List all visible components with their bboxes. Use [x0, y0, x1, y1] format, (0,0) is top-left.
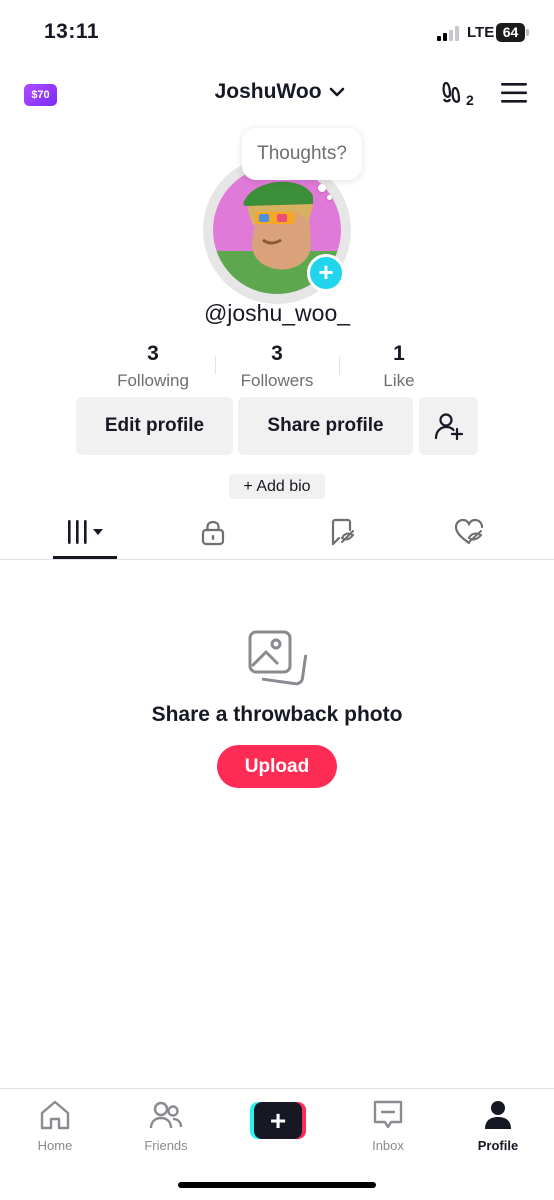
battery-icon: 64 [496, 23, 529, 42]
thought-dot-icon [327, 195, 332, 200]
tabs-divider [0, 559, 554, 560]
tab-liked[interactable] [409, 506, 529, 559]
upload-button[interactable]: Upload [217, 745, 337, 788]
chevron-down-icon [330, 88, 345, 97]
coins-badge[interactable]: $70 [24, 84, 57, 106]
footprints-count: 2 [466, 92, 474, 108]
hamburger-menu-icon [501, 83, 527, 103]
stat-label: Like [383, 371, 415, 390]
profile-handle: @joshu_woo_ [203, 300, 351, 326]
stat-following[interactable]: 3 Following [93, 342, 213, 391]
nav-inbox[interactable]: Inbox [338, 1099, 438, 1153]
stat-divider [215, 356, 216, 374]
photos-icon [244, 626, 308, 695]
home-icon [40, 1100, 70, 1130]
stat-value: 3 [147, 342, 159, 365]
edit-profile-button[interactable]: Edit profile [76, 397, 233, 455]
network-label: LTE [467, 24, 495, 41]
stat-value: 3 [271, 342, 283, 365]
videos-grid-icon [68, 520, 103, 544]
empty-state-title: Share a throwback photo [151, 703, 403, 726]
plus-icon: + [254, 1102, 302, 1139]
home-indicator [178, 1182, 376, 1188]
status-time: 13:11 [44, 20, 100, 43]
stat-value: 1 [393, 342, 405, 365]
add-user-icon [434, 413, 463, 441]
reposts-icon [331, 518, 355, 546]
stat-likes[interactable]: 1 Like [339, 342, 459, 391]
thought-dot-icon [318, 184, 326, 192]
add-bio-button[interactable]: + Add bio [229, 474, 325, 499]
nav-label: Friends [144, 1138, 188, 1153]
footprints-button[interactable]: 2 [440, 78, 476, 113]
tab-private[interactable] [153, 506, 273, 559]
signal-icon [437, 25, 463, 41]
tab-reposts[interactable] [282, 506, 402, 559]
nav-label: Profile [477, 1138, 519, 1153]
battery-level: 64 [496, 23, 525, 42]
thoughts-bubble[interactable]: Thoughts? [242, 128, 362, 180]
username-label: JoshuWoo [214, 80, 322, 103]
liked-hidden-icon [454, 518, 484, 545]
nav-label: Home [37, 1138, 73, 1153]
username-switcher[interactable]: JoshuWoo [200, 80, 360, 104]
nav-friends[interactable]: Friends [116, 1099, 216, 1153]
add-story-plus-icon[interactable]: + [307, 254, 345, 292]
create-button[interactable]: + [250, 1102, 306, 1139]
profile-icon [485, 1101, 511, 1129]
status-bar: 13:11 LTE 64 [0, 0, 554, 66]
stat-followers[interactable]: 3 Followers [217, 342, 337, 391]
stat-label: Followers [240, 371, 314, 390]
friends-icon [149, 1101, 183, 1129]
add-friend-button[interactable] [419, 397, 478, 455]
nav-profile[interactable]: Profile [448, 1099, 548, 1153]
stat-label: Following [117, 371, 189, 390]
tab-videos[interactable] [25, 506, 145, 559]
menu-button[interactable] [500, 82, 528, 109]
nav-home[interactable]: Home [5, 1099, 105, 1153]
lock-icon [201, 520, 225, 546]
inbox-icon [373, 1100, 403, 1129]
share-profile-button[interactable]: Share profile [238, 397, 413, 455]
nav-label: Inbox [372, 1138, 404, 1153]
